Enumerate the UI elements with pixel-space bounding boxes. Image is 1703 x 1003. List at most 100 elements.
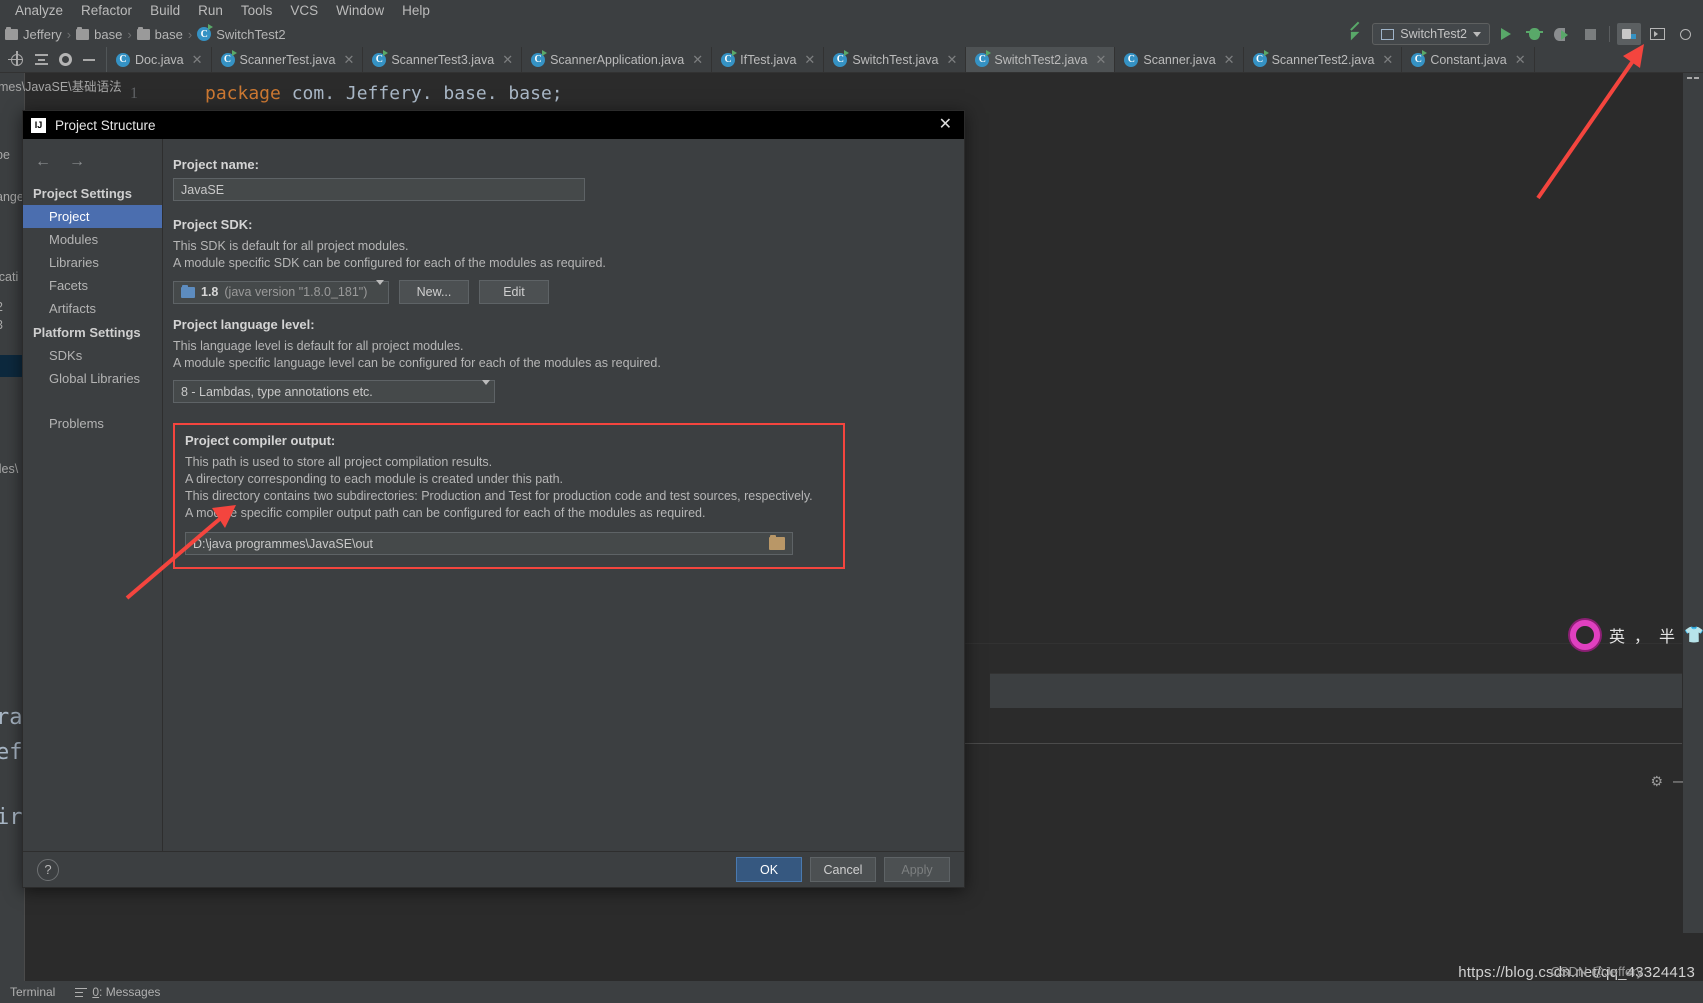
ime-mode-label[interactable]: 英 (1609, 623, 1625, 647)
close-icon[interactable]: ✕ (946, 52, 957, 68)
project-sdk-dropdown[interactable]: 1.8 (java version "1.8.0_181") (173, 280, 389, 304)
run-coverage-icon[interactable] (1550, 23, 1574, 45)
java-class-readonly-icon: C (1124, 52, 1139, 67)
menu-item-window[interactable]: Window (327, 0, 393, 21)
sidebar-header-project-settings: Project Settings (33, 186, 132, 201)
ime-punctuation-label[interactable]: ， (1634, 623, 1650, 647)
run-icon[interactable] (1494, 23, 1518, 45)
gear-icon[interactable]: ⚙ (1650, 773, 1663, 790)
project-name-value: JavaSE (181, 182, 225, 197)
breadcrumb-label: base (94, 26, 123, 42)
ime-logo-icon (1570, 620, 1600, 650)
close-icon[interactable]: ✕ (1382, 52, 1393, 68)
close-icon[interactable]: ✕ (692, 52, 703, 68)
code-keyword: package (205, 83, 281, 104)
hide-icon[interactable] (78, 49, 100, 71)
editor-tab-scannertest3[interactable]: C ScannerTest3.java ✕ (363, 47, 523, 72)
menu-bar: Analyze Refactor Build Run Tools VCS Win… (0, 0, 1703, 21)
project-structure-dialog[interactable]: IJ Project Structure ✕ ← → Project Setti… (22, 110, 965, 888)
editor-tab-label: ScannerApplication.java (550, 52, 685, 67)
close-icon[interactable]: ✕ (804, 52, 815, 68)
ok-button[interactable]: OK (736, 857, 802, 882)
search-icon[interactable] (1673, 23, 1697, 45)
run-configuration-selector[interactable]: SwitchTest2 (1372, 23, 1490, 45)
editor-tab-scannertest[interactable]: C ScannerTest.java ✕ (212, 47, 364, 72)
breadcrumb-item-base-2[interactable]: base (134, 26, 186, 42)
debug-icon[interactable] (1522, 23, 1546, 45)
sdk-folder-icon (181, 284, 195, 298)
sidebar-item-libraries[interactable]: Libraries (23, 251, 162, 274)
editor-tab-doc[interactable]: C Doc.java ✕ (107, 47, 212, 72)
editor-tab-iftest[interactable]: C IfTest.java ✕ (712, 47, 825, 72)
status-terminal-button[interactable]: Terminal (0, 985, 65, 999)
menu-item-help[interactable]: Help (393, 0, 439, 21)
java-class-run-icon: C (220, 49, 237, 67)
menu-item-run[interactable]: Run (189, 0, 232, 21)
menu-item-tools[interactable]: Tools (232, 0, 282, 21)
close-icon[interactable]: ✕ (192, 52, 203, 68)
browse-folder-icon[interactable] (769, 535, 785, 550)
sidebar-item-project[interactable]: Project (23, 205, 162, 228)
folder-icon (76, 26, 90, 40)
ime-width-label[interactable]: 半 (1659, 623, 1675, 647)
breadcrumb-item-switchtest2[interactable]: C SwitchTest2 (194, 24, 288, 42)
ime-extra-icon[interactable]: 👕 (1684, 625, 1703, 645)
locate-icon[interactable] (6, 49, 28, 71)
collapse-all-icon[interactable] (30, 49, 52, 71)
project-name-input[interactable]: JavaSE (173, 178, 585, 201)
line-number: 1 (130, 85, 138, 102)
project-sdk-label: Project SDK: (173, 217, 253, 232)
console-fragment-3: ir (0, 805, 23, 830)
menu-item-refactor[interactable]: Refactor (72, 0, 141, 21)
editor-tab-switchtest2[interactable]: C SwitchTest2.java ✕ (966, 47, 1116, 72)
close-icon[interactable]: ✕ (935, 117, 956, 133)
editor-tab-label: Constant.java (1430, 52, 1507, 67)
cancel-button[interactable]: Cancel (810, 857, 876, 882)
editor-tab-label: Scanner.java (1143, 52, 1216, 67)
project-structure-icon[interactable] (1617, 23, 1641, 45)
back-icon[interactable]: ← (35, 153, 51, 171)
editor-tab-switchtest[interactable]: C SwitchTest.java ✕ (824, 47, 967, 72)
breadcrumb-item-jeffery[interactable]: Jeffery (2, 26, 65, 42)
new-sdk-button[interactable]: New... (399, 280, 469, 304)
editor-tab-scannertest2[interactable]: C ScannerTest2.java ✕ (1244, 47, 1403, 72)
java-class-run-icon: C (833, 49, 850, 67)
sidebar-item-sdks[interactable]: SDKs (23, 344, 162, 367)
sidebar-item-facets[interactable]: Facets (23, 274, 162, 297)
menu-item-build[interactable]: Build (141, 0, 189, 21)
close-icon[interactable]: ✕ (502, 52, 513, 68)
sidebar-item-problems[interactable]: Problems (23, 412, 162, 435)
compiler-output-path-input[interactable]: D:\java programmes\JavaSE\out (185, 532, 793, 555)
sidebar-item-modules[interactable]: Modules (23, 228, 162, 251)
settings-icon[interactable] (54, 49, 76, 71)
ime-indicator[interactable]: 英 ， 半 👕 (1570, 620, 1703, 650)
close-icon[interactable]: ✕ (1224, 52, 1235, 68)
menu-item-vcs[interactable]: VCS (281, 0, 327, 21)
java-class-run-icon: C (197, 24, 214, 41)
apply-button[interactable]: Apply (884, 857, 950, 882)
compiler-output-desc-1: This path is used to store all project c… (185, 455, 493, 469)
language-level-label: Project language level: (173, 317, 315, 332)
editor-tab-constant[interactable]: C Constant.java ✕ (1402, 47, 1535, 72)
forward-icon[interactable]: → (69, 153, 85, 171)
close-icon[interactable]: ✕ (1515, 52, 1526, 68)
code-line: package com. Jeffery. base. base; (205, 83, 563, 104)
sidebar-item-artifacts[interactable]: Artifacts (23, 297, 162, 320)
stop-icon[interactable] (1578, 23, 1602, 45)
status-messages-button[interactable]: 0: Messages (65, 985, 170, 999)
editor-tab-scannerapplication[interactable]: C ScannerApplication.java ✕ (522, 47, 713, 72)
project-sdk-version: 1.8 (201, 285, 219, 299)
menu-item-analyze[interactable]: Analyze (6, 0, 72, 21)
jump-to-source-icon[interactable] (1344, 23, 1368, 45)
breadcrumb-item-base-1[interactable]: base (73, 26, 125, 42)
close-icon[interactable]: ✕ (1095, 52, 1106, 68)
sidebar-item-global-libraries[interactable]: Global Libraries (23, 367, 162, 390)
project-sdk-version-detail: (java version "1.8.0_181") (224, 285, 368, 299)
terminal-icon[interactable] (1645, 23, 1669, 45)
close-icon[interactable]: ✕ (343, 52, 354, 68)
language-level-dropdown[interactable]: 8 - Lambdas, type annotations etc. (173, 379, 495, 403)
edit-sdk-button[interactable]: Edit (479, 280, 549, 304)
help-button[interactable]: ? (37, 858, 59, 881)
project-sdk-desc-1: This SDK is default for all project modu… (173, 239, 409, 253)
editor-tab-scanner[interactable]: C Scanner.java ✕ (1115, 47, 1244, 72)
